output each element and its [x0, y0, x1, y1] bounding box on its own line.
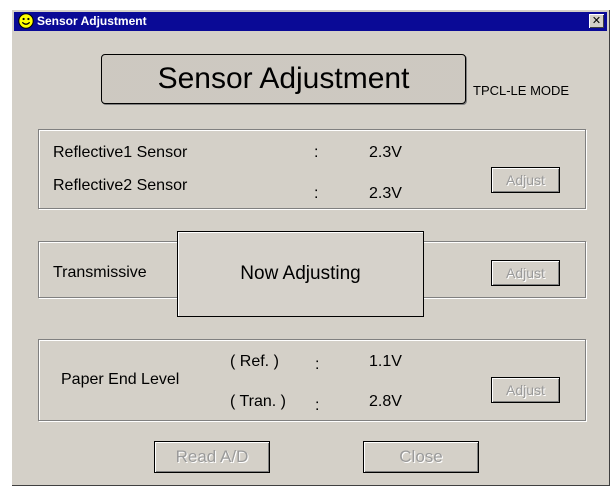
heading-panel: Sensor Adjustment — [101, 54, 466, 104]
transmissive-adjust-button[interactable]: Adjust — [491, 260, 560, 286]
window-title: Sensor Adjustment — [37, 14, 147, 28]
reflective-adjust-button[interactable]: Adjust — [491, 167, 560, 193]
tran-label: ( Tran. ) — [230, 393, 287, 410]
tran-separator: : — [315, 397, 320, 414]
paper-end-group: Paper End Level ( Ref. ) : 1.1V ( Tran. … — [38, 339, 586, 421]
paper-end-adjust-button[interactable]: Adjust — [491, 377, 560, 403]
reflective-sensor-group: Reflective1 Sensor : 2.3V Reflective2 Se… — [38, 129, 586, 209]
paper-end-label: Paper End Level — [61, 371, 180, 388]
page-title: Sensor Adjustment — [157, 62, 410, 95]
reflective2-value: 2.3V — [369, 185, 402, 202]
reflective2-label: Reflective2 Sensor — [53, 177, 188, 194]
reflective1-value: 2.3V — [369, 144, 402, 161]
read-ad-button[interactable]: Read A/D — [154, 441, 270, 473]
reflective1-label: Reflective1 Sensor — [53, 144, 188, 161]
mode-label: TPCL-LE MODE — [473, 83, 570, 98]
ref-label: ( Ref. ) — [230, 353, 279, 370]
reflective1-separator: : — [314, 144, 319, 161]
reflective2-separator: : — [314, 185, 319, 202]
ref-value: 1.1V — [369, 353, 402, 370]
transmissive-label: Transmissive — [53, 264, 147, 281]
sensor-adjustment-dialog: Sensor Adjustment ✕ Sensor Adjustment TP… — [11, 9, 610, 486]
close-button[interactable]: Close — [363, 441, 479, 473]
close-icon[interactable]: ✕ — [589, 14, 604, 28]
title-bar[interactable]: Sensor Adjustment ✕ — [14, 12, 607, 31]
smiley-icon — [18, 13, 34, 29]
now-adjusting-overlay: Now Adjusting — [177, 231, 424, 317]
tran-value: 2.8V — [369, 393, 402, 410]
ref-separator: : — [315, 356, 320, 373]
